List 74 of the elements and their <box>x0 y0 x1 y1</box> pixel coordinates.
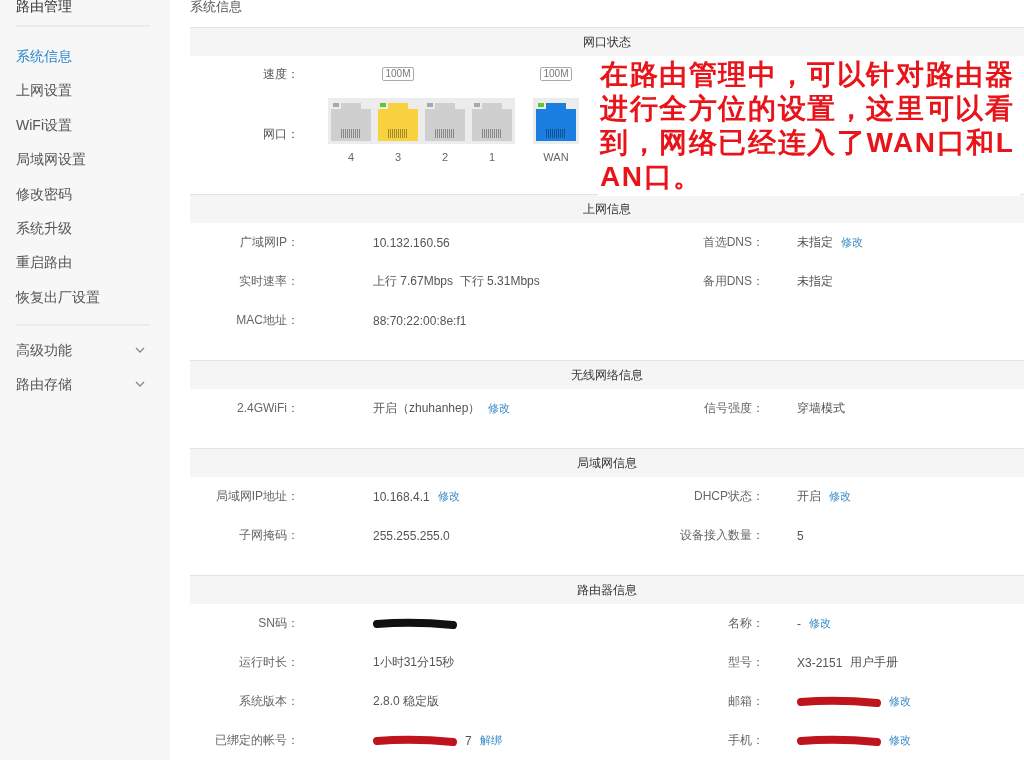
field-value: 7 <box>465 733 472 748</box>
port-label: 1 <box>488 151 496 163</box>
ethernet-port-icon <box>378 101 418 141</box>
field-value: 用户手册 <box>850 654 899 671</box>
field-label: 广域网IP： <box>238 234 300 251</box>
field-label: SN码： <box>257 615 300 632</box>
field-label: 局域网IP地址： <box>214 488 300 505</box>
field-value: 2.8.0 稳定版 <box>373 693 440 710</box>
sidebar-item[interactable]: 修改密码 <box>16 176 150 211</box>
field-label: MAC地址： <box>235 312 300 329</box>
field-value: 10.168.4.1 <box>373 489 430 504</box>
sidebar-item[interactable]: 恢复出厂设置 <box>16 279 150 315</box>
sidebar-item[interactable]: 重启路由 <box>16 245 150 280</box>
field-label: 手机： <box>727 732 765 749</box>
section-header: 无线网络信息 <box>190 360 1024 389</box>
field-label: 运行时长： <box>238 654 300 671</box>
field-value: 穿墙模式 <box>797 400 845 417</box>
section-header: 路由器信息 <box>190 575 1024 604</box>
port-label: 3 <box>394 151 402 163</box>
field-value: 未指定 <box>797 273 833 290</box>
section-header: 上网信息 <box>190 194 1024 223</box>
field-value: 88:70:22:00:8e:f1 <box>373 313 467 328</box>
field-value: 未指定 <box>797 234 833 251</box>
field-label: DHCP状态： <box>693 488 765 505</box>
sidebar-group[interactable]: 路由存储 <box>16 367 150 402</box>
field-label: 2.4GWiFi： <box>236 400 300 417</box>
sidebar-group[interactable]: 高级功能 <box>16 333 150 368</box>
field-value: 255.255.255.0 <box>373 528 450 543</box>
field-label: 已绑定的帐号： <box>214 732 300 749</box>
ethernet-port-icon <box>472 101 512 141</box>
sidebar-item[interactable]: 系统升级 <box>16 210 150 246</box>
field-label: 实时速率： <box>238 273 300 290</box>
page-title: 系统信息 <box>190 0 243 16</box>
field-label: 系统版本： <box>238 693 300 710</box>
edit-link[interactable]: 修改 <box>488 401 511 416</box>
field-value: 1小时31分15秒 <box>373 654 455 671</box>
speed-badge: 100M <box>382 67 414 81</box>
field-value: - <box>797 616 801 631</box>
sidebar-item[interactable]: 系统信息 <box>16 39 150 74</box>
field-value: 上行 7.67Mbps 下行 5.31Mbps <box>373 273 540 290</box>
port-label: WAN <box>543 151 569 163</box>
port-label: 4 <box>347 151 355 163</box>
sidebar-item[interactable]: 上网设置 <box>16 73 150 108</box>
field-value: X3-2151 <box>797 655 843 670</box>
sidebar-item[interactable]: 局域网设置 <box>16 142 150 177</box>
field-value: 开启（zhuhanhep） <box>373 400 481 417</box>
field-value: 10.132.160.56 <box>373 235 450 250</box>
edit-link[interactable]: 修改 <box>829 489 851 504</box>
section-header: 网口状态 <box>190 27 1024 56</box>
field-label: 子网掩码： <box>238 527 300 544</box>
field-label: 邮箱： <box>727 693 765 710</box>
sidebar-item[interactable]: WiFi设置 <box>16 107 150 143</box>
edit-link[interactable]: 修改 <box>889 694 911 709</box>
edit-link[interactable]: 修改 <box>889 733 911 748</box>
section-header: 局域网信息 <box>190 448 1024 477</box>
ethernet-port-icon <box>331 101 371 141</box>
field-label: 设备接入数量： <box>679 527 765 544</box>
field-label: 网口： <box>262 126 299 143</box>
field-label: 名称： <box>727 615 765 632</box>
field-label: 备用DNS： <box>701 273 765 290</box>
edit-link[interactable]: 修改 <box>809 616 831 631</box>
field-label: 信号强度： <box>703 400 765 417</box>
edit-link[interactable]: 修改 <box>437 489 460 504</box>
field-label: 型号： <box>727 654 765 671</box>
field-value: 5 <box>797 528 804 543</box>
edit-link[interactable]: 解绑 <box>479 733 502 748</box>
ethernet-port-icon <box>425 101 465 141</box>
speed-badge: 100M <box>540 67 572 81</box>
sidebar-title: 路由管理 <box>16 0 73 14</box>
port-label: 2 <box>441 151 449 163</box>
field-value: 开启 <box>797 488 821 505</box>
field-label: 首选DNS： <box>701 234 765 251</box>
edit-link[interactable]: 修改 <box>841 235 863 250</box>
field-label: 速度： <box>262 66 299 83</box>
